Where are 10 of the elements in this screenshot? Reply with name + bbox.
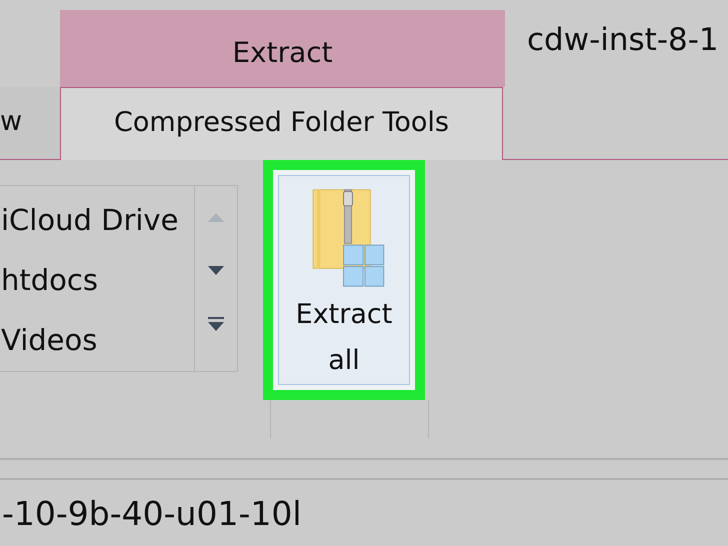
window-title: cdw-inst-8-1 [526,21,719,60]
gallery-item[interactable]: iCloud Drive [0,186,194,250]
ribbon-tab[interactable]: w [0,87,60,160]
address-bar[interactable]: -10-9b-40-u01-10l [0,480,728,546]
gallery-more-button[interactable] [207,316,225,332]
gallery-item[interactable]: htdocs [0,250,194,310]
ribbon-tab[interactable]: Compressed Folder Tools [60,87,503,160]
gallery-item[interactable]: Videos [0,310,194,370]
extract-all-button[interactable]: Extract all [278,175,410,385]
context-tab-header: Extract [60,10,505,87]
